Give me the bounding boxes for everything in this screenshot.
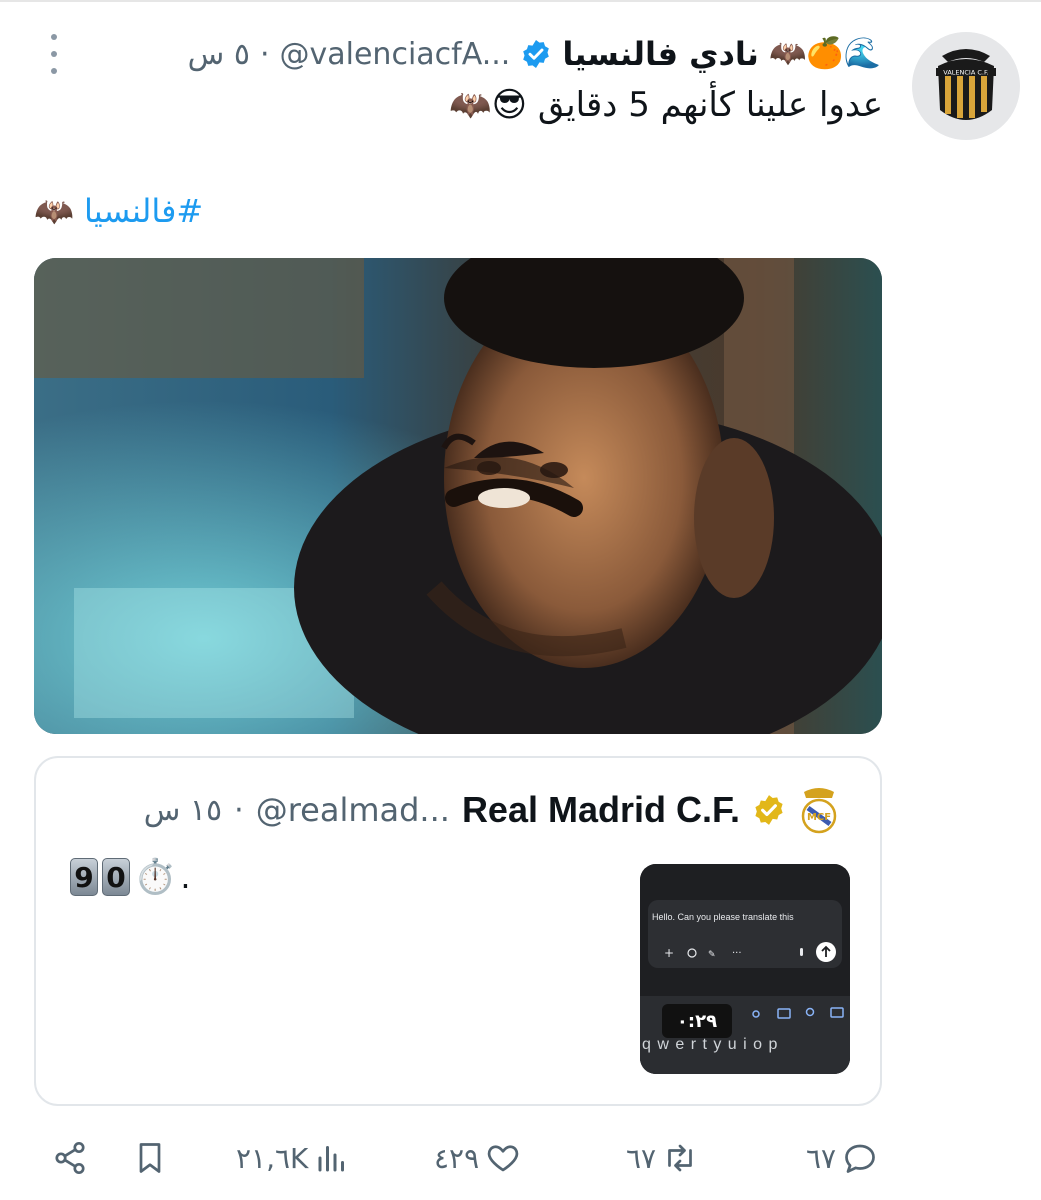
- top-divider: [0, 0, 1041, 2]
- tweet-text: عدوا علينا كأنهم 5 دقايق 😎🦇: [449, 85, 883, 125]
- svg-text:···: ···: [732, 948, 742, 959]
- tweet-media-photo[interactable]: [34, 258, 882, 734]
- quoted-author-name[interactable]: Real Madrid C.F.: [462, 789, 740, 831]
- replies-count: ٦٧: [806, 1141, 837, 1175]
- retweets-count: ٦٧: [626, 1141, 657, 1175]
- separator-dot: ·: [259, 36, 270, 72]
- share-icon: [55, 1141, 85, 1175]
- views-count: ٢١,٦K: [236, 1141, 309, 1175]
- quoted-tweet-text: 9 0 ⏱️ .: [70, 858, 191, 896]
- quoted-tweet-card[interactable]: MCF Real Madrid C.F. @realmad... · ١٥ س …: [34, 756, 882, 1106]
- keycap-digit: 9: [70, 858, 98, 896]
- tweet-action-bar: ٢١,٦K ٤٢٩ ٦٧ ٦٧: [0, 1130, 1041, 1186]
- tweet-time[interactable]: ٥ س: [188, 37, 250, 72]
- valencia-crest-icon: VALENCIA C.F.: [912, 32, 1020, 140]
- bookmark-button[interactable]: [132, 1130, 168, 1186]
- reply-button[interactable]: ٦٧: [806, 1130, 878, 1186]
- heart-icon: [487, 1145, 519, 1172]
- text-period: .: [180, 858, 191, 896]
- quoted-media-thumbnail[interactable]: + ✎ ··· Hello. Can you please translate …: [640, 864, 850, 1074]
- quoted-author-handle[interactable]: @realmad...: [256, 791, 450, 829]
- svg-text:MCF: MCF: [807, 812, 831, 823]
- author-name[interactable]: نادي فالنسيا: [562, 35, 759, 73]
- retweet-icon: [668, 1144, 692, 1172]
- author-avatar[interactable]: VALENCIA C.F.: [912, 32, 1020, 140]
- views-button[interactable]: ٢١,٦K: [236, 1130, 350, 1186]
- separator-dot: ·: [234, 792, 244, 828]
- svg-text:✎: ✎: [708, 950, 716, 960]
- retweet-button[interactable]: ٦٧: [626, 1130, 698, 1186]
- quoted-tweet-time: ١٥ س: [143, 792, 223, 828]
- photo-image: [34, 258, 882, 734]
- like-button[interactable]: ٤٢٩: [434, 1130, 521, 1186]
- views-chart-icon: [318, 1146, 345, 1172]
- stopwatch-icon: ⏱️: [134, 857, 177, 897]
- quoted-tweet-header: MCF Real Madrid C.F. @realmad... · ١٥ س: [144, 786, 840, 834]
- svg-text:VALENCIA C.F.: VALENCIA C.F.: [943, 69, 988, 77]
- real-madrid-crest-icon: MCF: [801, 788, 837, 834]
- author-emojis: 🦇🍊🌊: [768, 36, 881, 71]
- bookmark-icon: [139, 1143, 161, 1173]
- svg-text:+: +: [664, 946, 674, 960]
- share-button[interactable]: [52, 1130, 88, 1186]
- author-handle[interactable]: @valenciacfA...: [280, 37, 511, 72]
- reply-bubble-icon: [845, 1144, 875, 1173]
- tweet-header: 🦇🍊🌊 نادي فالنسيا @valenciacfA... · ٥ س: [188, 28, 881, 80]
- verified-badge-icon: [523, 40, 550, 68]
- hashtag-link[interactable]: #فالنسيا 🦇: [34, 192, 203, 230]
- thumbnail-prompt-text: Hello. Can you please translate this: [652, 912, 794, 922]
- gold-verified-badge-icon: [755, 795, 783, 825]
- likes-count: ٤٢٩: [434, 1141, 480, 1175]
- keycap-digit: 0: [102, 858, 130, 896]
- more-options-icon[interactable]: [44, 34, 64, 74]
- thumbnail-timer: ٠:٢٩: [662, 1004, 732, 1038]
- thumbnail-keyboard-row: q w e r t y u i o p: [642, 1036, 779, 1053]
